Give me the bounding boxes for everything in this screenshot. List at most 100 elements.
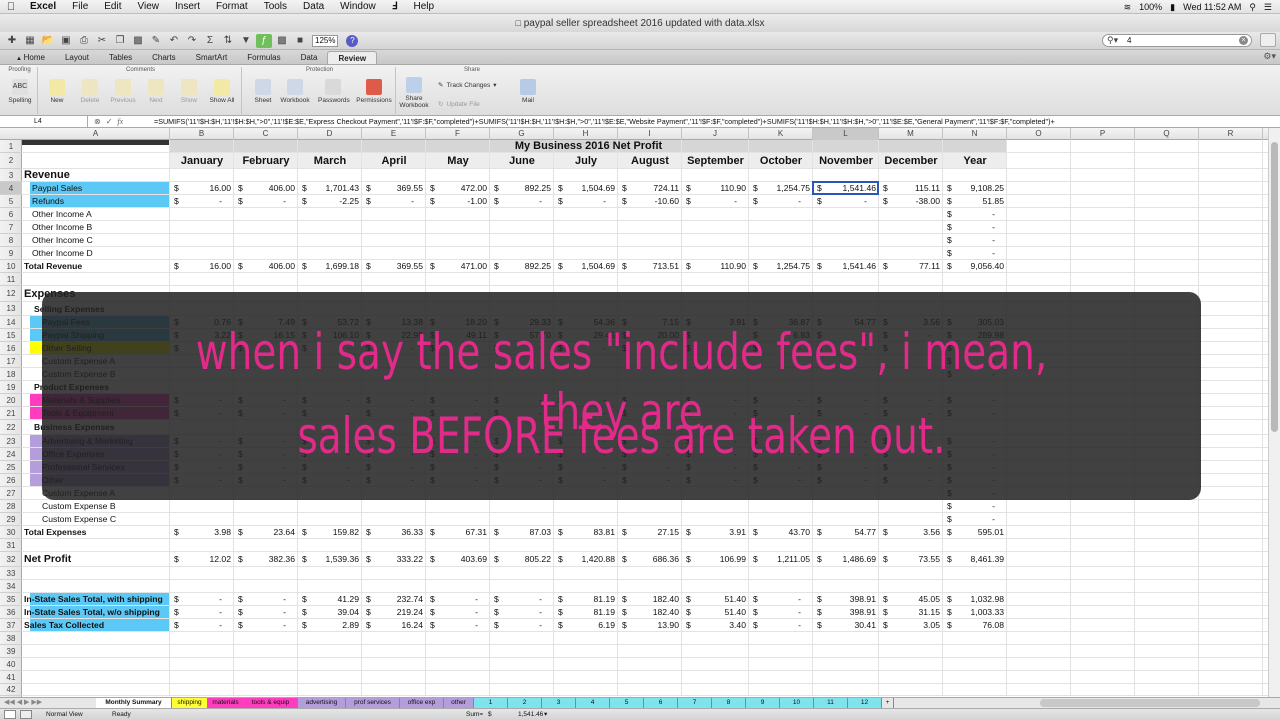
tab-smartart[interactable]: SmartArt	[186, 51, 238, 64]
cancel-icon[interactable]: ⊗	[94, 117, 101, 126]
sheet-tab-11[interactable]: 11	[814, 698, 848, 708]
menu-format[interactable]: Format	[208, 0, 256, 14]
cell-value[interactable]: $3.56	[879, 526, 943, 539]
cell-value[interactable]: $369.55	[362, 182, 426, 195]
ribbon-settings-icon[interactable]: ⚙▾	[1263, 51, 1276, 62]
script-menu-icon[interactable]: Ⅎ	[384, 0, 406, 14]
row-header[interactable]: 8	[0, 234, 22, 247]
cell-value[interactable]: $406.00	[234, 182, 298, 195]
sheet-tab-2[interactable]: 2	[508, 698, 542, 708]
cell-value[interactable]: $110.90	[682, 260, 749, 273]
column-header-c[interactable]: C	[234, 128, 298, 140]
row-header[interactable]: 12	[0, 286, 22, 302]
redo-icon[interactable]: ↷	[184, 34, 200, 48]
formula-builder-icon[interactable]: ƒ	[256, 33, 272, 48]
row-header[interactable]: 39	[0, 645, 22, 658]
print-icon[interactable]: ⎙	[76, 34, 92, 48]
row-header[interactable]: 28	[0, 500, 22, 513]
cell-value[interactable]: $382.36	[234, 552, 298, 567]
row-header[interactable]: 38	[0, 632, 22, 645]
cell-value[interactable]: $31.15	[879, 606, 943, 619]
sheet-tab-7[interactable]: 7	[678, 698, 712, 708]
column-header-d[interactable]: D	[298, 128, 362, 140]
cell-value[interactable]: $-	[943, 221, 1007, 234]
cell-value[interactable]: $1,541.46	[813, 260, 879, 273]
sheet-tab-6[interactable]: 6	[644, 698, 678, 708]
row-header[interactable]: 35	[0, 593, 22, 606]
cell-value[interactable]: $81.19	[554, 606, 618, 619]
column-header-b[interactable]: B	[170, 128, 234, 140]
sheet-tab-shipping[interactable]: shipping	[172, 698, 208, 708]
scroll-thumb[interactable]	[1271, 142, 1278, 432]
sheet-tab-1[interactable]: 1	[474, 698, 508, 708]
cell-value[interactable]: $-	[170, 195, 234, 208]
menu-insert[interactable]: Insert	[167, 0, 208, 14]
column-header-e[interactable]: E	[362, 128, 426, 140]
cell-value[interactable]: $ -2.25	[298, 195, 362, 208]
cell-value[interactable]: $-	[490, 593, 554, 606]
cell-value[interactable]: $1,539.36	[298, 552, 362, 567]
formula-input[interactable]: =SUMIFS('11'!$H:$H,'11'!$H:$H,">0",'11'!…	[152, 116, 1280, 127]
next-comment-button[interactable]: Next	[141, 79, 171, 104]
tab-home[interactable]: ▲ Home	[6, 51, 55, 64]
cell-value[interactable]: $110.90	[682, 182, 749, 195]
previous-comment-button[interactable]: Previous	[108, 79, 138, 104]
cell-value[interactable]: $-	[234, 593, 298, 606]
menu-file[interactable]: File	[64, 0, 96, 14]
cell-value[interactable]: $-	[813, 195, 879, 208]
spotlight-icon[interactable]: ⚲	[1249, 0, 1256, 14]
row-header[interactable]: 2	[0, 153, 22, 169]
cell-value[interactable]: $471.00	[426, 260, 490, 273]
cell-value[interactable]: $369.55	[362, 260, 426, 273]
row-header[interactable]: 32	[0, 552, 22, 567]
cell-value[interactable]: $ -38.00	[879, 195, 943, 208]
cell-value[interactable]: $30.41	[813, 619, 879, 632]
row-header[interactable]: 37	[0, 619, 22, 632]
row-header[interactable]: 7	[0, 221, 22, 234]
column-header-h[interactable]: H	[554, 128, 618, 140]
menu-window[interactable]: Window	[332, 0, 384, 14]
cell-value[interactable]: $-	[749, 606, 813, 619]
row-header[interactable]: 42	[0, 684, 22, 696]
column-header-r[interactable]: R	[1199, 128, 1263, 140]
normal-view-icon[interactable]	[4, 710, 16, 719]
column-header-i[interactable]: I	[618, 128, 682, 140]
cell-value[interactable]: $-	[490, 619, 554, 632]
cell-value[interactable]: $51.40	[682, 593, 749, 606]
gallery-icon[interactable]: ▩	[274, 34, 290, 48]
sheet-tab--[interactable]: +	[882, 698, 894, 708]
clear-search-icon[interactable]: ×	[1239, 36, 1248, 45]
enter-icon[interactable]: ✓	[106, 117, 113, 126]
help-icon[interactable]: ?	[346, 34, 359, 47]
cell-value[interactable]: $1,254.75	[749, 260, 813, 273]
cell-value[interactable]: $-	[234, 195, 298, 208]
cell-value[interactable]: $-	[426, 606, 490, 619]
cell-value[interactable]: $1,003.33	[943, 606, 1007, 619]
sheet-tab-prof-services[interactable]: prof services	[346, 698, 400, 708]
row-header[interactable]: 34	[0, 580, 22, 593]
delete-comment-button[interactable]: Delete	[75, 79, 105, 104]
row-header[interactable]: 30	[0, 526, 22, 539]
zoom-field[interactable]: 125%	[312, 34, 339, 47]
cell-value[interactable]: $16.00	[170, 260, 234, 273]
cell-value[interactable]: $76.08	[943, 619, 1007, 632]
cell-value[interactable]: $398.91	[813, 606, 879, 619]
show-all-comments-button[interactable]: Show All	[207, 79, 237, 104]
row-header[interactable]: 15	[0, 329, 22, 342]
row-header[interactable]: 29	[0, 513, 22, 526]
permissions-button[interactable]: Permissions	[356, 79, 392, 104]
cell-value[interactable]: $6.19	[554, 619, 618, 632]
save-icon[interactable]: ▣	[58, 34, 74, 48]
cell-value[interactable]: $333.22	[362, 552, 426, 567]
show-comment-button[interactable]: Show	[174, 79, 204, 104]
tab-formulas[interactable]: Formulas	[237, 51, 290, 64]
search-field[interactable]: ⚲▾ 4 ×	[1102, 34, 1252, 47]
row-header[interactable]: 19	[0, 381, 22, 394]
open-icon[interactable]: 📂	[40, 34, 56, 48]
row-header[interactable]: 14	[0, 316, 22, 329]
cell-value[interactable]: $398.91	[813, 593, 879, 606]
cell-value[interactable]: $106.99	[682, 552, 749, 567]
menu-edit[interactable]: Edit	[96, 0, 129, 14]
row-header[interactable]: 11	[0, 273, 22, 286]
menu-tools[interactable]: Tools	[256, 0, 295, 14]
